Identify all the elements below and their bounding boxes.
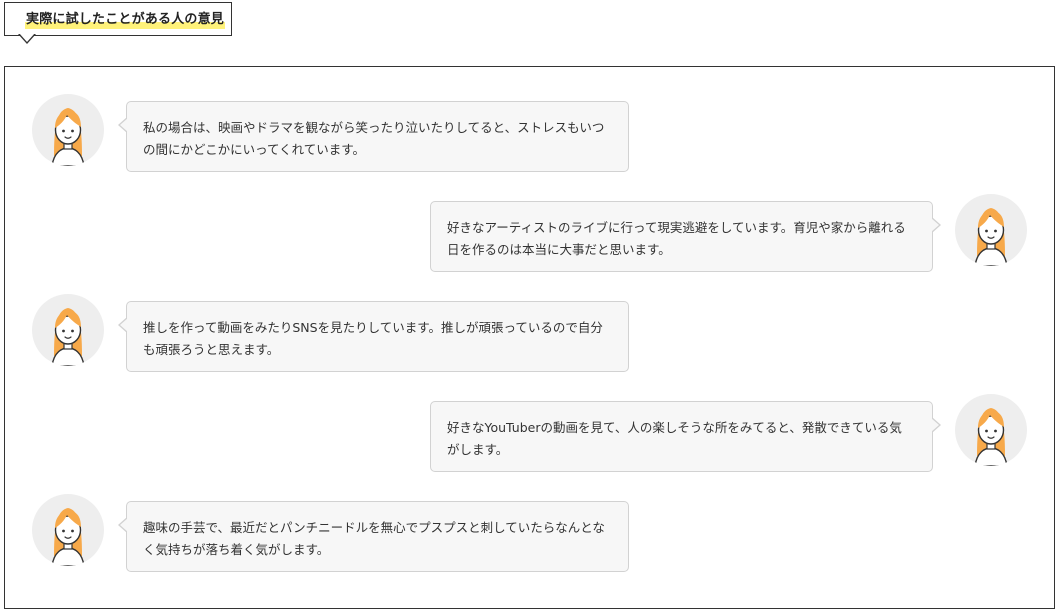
speech-bubble: 趣味の手芸で、最近だとパンチニードルを無心でプスプスと刺していたらなんとなく気持… bbox=[118, 501, 629, 572]
message-text: 推しを作って動画をみたりSNSを見たりしています。推しが頑張っているので自分も頑… bbox=[143, 320, 603, 357]
message-row: 趣味の手芸で、最近だとパンチニードルを無心でプスプスと刺していたらなんとなく気持… bbox=[5, 494, 1054, 574]
message-row: 推しを作って動画をみたりSNSを見たりしています。推しが頑張っているので自分も頑… bbox=[5, 294, 1054, 374]
speech-bubble: 好きなYouTuberの動画を見て、人の楽しそうな所をみてると、発散できている気… bbox=[430, 401, 941, 472]
speech-bubble: 好きなアーティストのライブに行って現実逃避をしています。育児や家から離れる日を作… bbox=[430, 201, 941, 272]
message-text: 趣味の手芸で、最近だとパンチニードルを無心でプスプスと刺していたらなんとなく気持… bbox=[143, 520, 605, 557]
section-tag: 実際に試したことがある人の意見 bbox=[4, 2, 232, 36]
message-text: 私の場合は、映画やドラマを観ながら笑ったり泣いたりしてると、ストレスもいつの間に… bbox=[143, 120, 605, 157]
message-text: 好きなアーティストのライブに行って現実逃避をしています。育児や家から離れる日を作… bbox=[447, 220, 906, 257]
woman-avatar-icon bbox=[32, 494, 104, 566]
section-title: 実際に試したことがある人の意見 bbox=[25, 11, 226, 29]
woman-avatar-icon bbox=[32, 94, 104, 166]
woman-avatar-icon bbox=[955, 394, 1027, 466]
message-row: 好きなYouTuberの動画を見て、人の楽しそうな所をみてると、発散できている気… bbox=[5, 394, 1054, 474]
woman-avatar-icon bbox=[955, 194, 1027, 266]
woman-avatar-icon bbox=[32, 294, 104, 366]
speech-bubble: 推しを作って動画をみたりSNSを見たりしています。推しが頑張っているので自分も頑… bbox=[118, 301, 629, 372]
message-text: 好きなYouTuberの動画を見て、人の楽しそうな所をみてると、発散できている気… bbox=[447, 420, 902, 457]
message-row: 私の場合は、映画やドラマを観ながら笑ったり泣いたりしてると、ストレスもいつの間に… bbox=[5, 94, 1054, 174]
speech-bubble: 私の場合は、映画やドラマを観ながら笑ったり泣いたりしてると、ストレスもいつの間に… bbox=[118, 101, 629, 172]
message-row: 好きなアーティストのライブに行って現実逃避をしています。育児や家から離れる日を作… bbox=[5, 194, 1054, 274]
opinions-panel: 私の場合は、映画やドラマを観ながら笑ったり泣いたりしてると、ストレスもいつの間に… bbox=[4, 66, 1055, 609]
